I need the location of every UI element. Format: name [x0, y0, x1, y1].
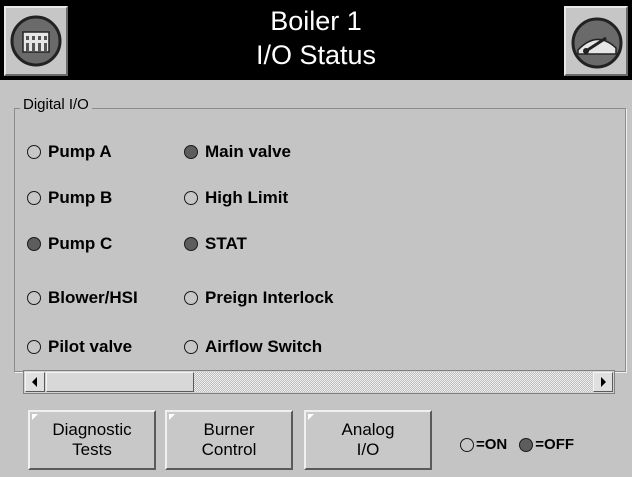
- burner-control-button[interactable]: Burner Control: [165, 410, 293, 470]
- legend-off-label: =OFF: [535, 436, 575, 453]
- window-title: Boiler 1: [270, 6, 362, 36]
- io-label: Pump C: [48, 234, 113, 253]
- scroll-right-button[interactable]: [593, 372, 613, 392]
- io-item-pump-c: Pump C: [27, 232, 112, 256]
- button-label-line1: Analog: [341, 420, 395, 439]
- status-led: [27, 340, 41, 354]
- button-label-line2: Tests: [72, 440, 112, 459]
- status-led: [27, 291, 41, 305]
- scroll-track[interactable]: [194, 372, 592, 392]
- status-led: [184, 237, 198, 251]
- io-label: Pump A: [48, 142, 112, 161]
- status-button[interactable]: [564, 6, 628, 76]
- button-label-line1: Diagnostic: [52, 420, 132, 439]
- io-label: Pilot valve: [48, 337, 133, 356]
- io-label: STAT: [205, 234, 247, 253]
- analog-io-button[interactable]: Analog I/O: [304, 410, 432, 470]
- status-led: [27, 191, 41, 205]
- io-item-main-valve: Main valve: [184, 140, 291, 164]
- scroll-thumb[interactable]: [46, 372, 194, 392]
- io-label: Blower/HSI: [48, 288, 138, 307]
- scroll-left-button[interactable]: [25, 372, 45, 392]
- io-label: Main valve: [205, 142, 291, 161]
- footer-bar: Diagnostic Tests Burner Control Analog I…: [0, 406, 632, 477]
- status-led: [184, 191, 198, 205]
- io-panel: Digital I/O Pump A Pump B Pump C Blower/…: [0, 80, 632, 406]
- status-led: [27, 237, 41, 251]
- io-item-blower-hsi: Blower/HSI: [27, 286, 138, 310]
- corner-marker: [32, 414, 38, 420]
- io-item-stat: STAT: [184, 232, 247, 256]
- led-legend: =ON =OFF: [460, 436, 574, 453]
- horizontal-scrollbar[interactable]: [23, 370, 615, 394]
- status-led: [184, 145, 198, 159]
- io-label: High Limit: [205, 188, 289, 207]
- io-item-high-limit: High Limit: [184, 186, 288, 210]
- legend-on-led: [460, 437, 474, 452]
- header-bar: Boiler 1 I/O Status: [0, 0, 632, 80]
- status-led: [184, 291, 198, 305]
- io-item-preign-interlock: Preign Interlock: [184, 286, 333, 310]
- gauge-icon: [571, 17, 623, 69]
- status-led: [27, 145, 41, 159]
- arrow-left-icon: [32, 377, 37, 387]
- arrow-right-icon: [601, 377, 606, 387]
- status-led: [184, 340, 198, 354]
- legend-on-label: =ON: [476, 436, 508, 453]
- io-item-pump-b: Pump B: [27, 186, 112, 210]
- group-label: Digital I/O: [20, 96, 92, 114]
- button-label-line1: Burner: [203, 420, 255, 439]
- corner-marker: [308, 414, 314, 420]
- io-label: Preign Interlock: [205, 288, 334, 307]
- legend-off-led: [519, 437, 534, 452]
- button-label-line2: Control: [201, 440, 257, 459]
- corner-marker: [169, 414, 175, 420]
- io-label: Pump B: [48, 188, 113, 207]
- io-item-airflow-switch: Airflow Switch: [184, 335, 322, 359]
- diagnostic-tests-button[interactable]: Diagnostic Tests: [28, 410, 156, 470]
- button-label-line2: I/O: [356, 440, 380, 459]
- io-item-pump-a: Pump A: [27, 140, 112, 164]
- io-item-pilot-valve: Pilot valve: [27, 335, 132, 359]
- window-subtitle: I/O Status: [255, 40, 377, 70]
- io-label: Airflow Switch: [205, 337, 323, 356]
